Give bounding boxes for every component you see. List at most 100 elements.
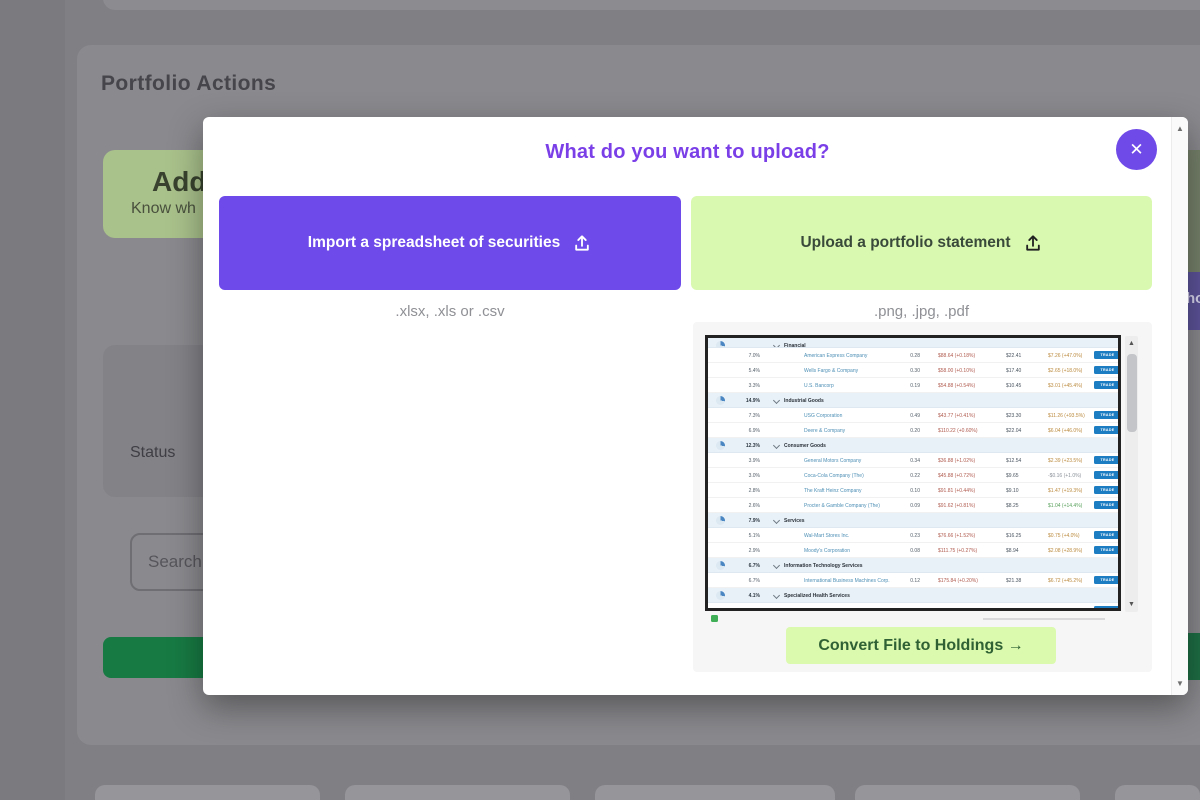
bottom-card	[1115, 785, 1200, 800]
preview-stock-row: 7.3%USG Corporation0.49$43.77 (+0.41%)$2…	[708, 408, 1118, 423]
current-value: $10.45	[1006, 383, 1021, 389]
chevron-down-icon	[773, 592, 780, 599]
stock-weight: 3.0%	[732, 473, 760, 479]
preview-fine-print	[983, 618, 1105, 620]
modal-scrollbar[interactable]: ▲ ▼	[1171, 117, 1188, 695]
preview-stock-row: 6.9%Deere & Company0.20$110.22 (+0.60%)$…	[708, 423, 1118, 438]
shares-owned: 0.22	[894, 473, 920, 479]
import-formats-caption: .xlsx, .xls or .csv	[219, 303, 681, 320]
shares-owned: 0.30	[894, 368, 920, 374]
stock-weight: 5.4%	[732, 368, 760, 374]
shares-owned: 0.23	[894, 533, 920, 539]
chevron-down-icon	[773, 397, 780, 404]
price: $76.66 (+1.52%)	[938, 533, 975, 539]
background-card-fragment	[1188, 150, 1200, 272]
shares-owned: 0.20	[894, 428, 920, 434]
stock-name: The Kraft Heinz Company	[804, 488, 862, 494]
current-value: $12.54	[1006, 458, 1021, 464]
preview-section-row: 14.9%Industrial Goods	[708, 393, 1118, 408]
pie-icon	[716, 591, 725, 600]
pie-icon	[716, 441, 725, 450]
scroll-down-icon[interactable]: ▼	[1172, 679, 1188, 688]
gain-loss: $7.26 (+47.0%)	[1048, 353, 1082, 359]
trade-button: TRADE	[1094, 381, 1121, 390]
stock-name: Procter & Gamble Company (The)	[804, 503, 880, 509]
stock-weight: 6.9%	[732, 428, 760, 434]
bottom-card	[855, 785, 1080, 800]
trade-button: TRADE	[1094, 531, 1121, 540]
price: $91.62 (+0.81%)	[938, 503, 975, 509]
preview-stock-row: 4.1%DaVita Inc.0.19$69.23 (+0.07%)$13.15…	[708, 603, 1118, 611]
import-spreadsheet-button[interactable]: Import a spreadsheet of securities	[219, 196, 681, 290]
price: $91.81 (+0.44%)	[938, 488, 975, 494]
section-name: Information Technology Services	[784, 563, 863, 569]
chevron-down-icon	[773, 517, 780, 524]
current-value: $21.38	[1006, 578, 1021, 584]
section-weight: 6.7%	[732, 563, 760, 569]
price: $45.88 (+0.72%)	[938, 473, 975, 479]
stock-weight: 5.1%	[732, 533, 760, 539]
preview-stock-row: 3.3%U.S. Bancorp0.19$54.88 (+0.54%)$10.4…	[708, 378, 1118, 393]
preview-stock-row: 2.9%Moody's Corporation0.08$111.75 (+0.2…	[708, 543, 1118, 558]
import-button-label: Import a spreadsheet of securities	[308, 234, 560, 252]
convert-file-button[interactable]: Convert File to Holdings →	[786, 627, 1056, 664]
stock-weight: 3.9%	[732, 458, 760, 464]
stock-name: Moody's Corporation	[804, 548, 850, 554]
trade-button: TRADE	[1094, 351, 1121, 360]
upload-statement-button[interactable]: Upload a portfolio statement	[691, 196, 1152, 290]
scroll-up-icon: ▲	[1125, 340, 1138, 347]
stock-name: American Express Company	[804, 353, 867, 359]
stock-name: DaVita Inc.	[804, 608, 828, 612]
gain-loss: $0.41 (+3.2%)	[1048, 608, 1080, 612]
close-icon: ✕	[1129, 140, 1143, 159]
background-green-button-fragment[interactable]	[1188, 633, 1200, 680]
shares-owned: 0.08	[894, 548, 920, 554]
preview-stock-row: 7.0%American Express Company0.28$88.64 (…	[708, 348, 1118, 363]
gain-loss: $6.72 (+45.2%)	[1048, 578, 1082, 584]
current-value: $8.94	[1006, 548, 1019, 554]
upload-formats-caption: .png, .jpg, .pdf	[691, 303, 1152, 320]
background-purple-button-fragment[interactable]: ho	[1188, 272, 1200, 330]
gain-loss: $0.75 (+4.0%)	[1048, 533, 1080, 539]
shares-owned: 0.19	[894, 383, 920, 389]
pie-icon	[716, 396, 725, 405]
current-value: $9.65	[1006, 473, 1019, 479]
price: $175.84 (+0.20%)	[938, 578, 978, 584]
preview-section-row: 6.7% Information Technology Services	[708, 558, 1118, 573]
trade-button: TRADE	[1094, 486, 1121, 495]
stock-name: Wal-Mart Stores Inc.	[804, 533, 849, 539]
scroll-up-icon[interactable]: ▲	[1172, 124, 1188, 133]
trade-button: TRADE	[1094, 471, 1121, 480]
trade-button: TRADE	[1094, 366, 1121, 375]
statement-preview-panel: Financial7.0%American Express Company0.2…	[693, 322, 1152, 672]
stock-name: Coca-Cola Company (The)	[804, 473, 864, 479]
preview-section-row: 4.1%Specialized Health Services	[708, 588, 1118, 603]
stock-weight: 7.3%	[732, 413, 760, 419]
section-weight: 4.1%	[732, 593, 760, 599]
preview-footnote-icon	[711, 615, 718, 622]
gain-loss: $3.01 (+45.4%)	[1048, 383, 1082, 389]
stock-name: Deere & Company	[804, 428, 845, 434]
purple-fragment-label: ho	[1188, 290, 1200, 307]
stock-weight: 6.7%	[732, 578, 760, 584]
current-value: $17.40	[1006, 368, 1021, 374]
price: $111.75 (+0.27%)	[938, 548, 977, 554]
gain-loss: $1.47 (+19.3%)	[1048, 488, 1082, 494]
stock-name: USG Corporation	[804, 413, 842, 419]
pie-icon	[716, 561, 725, 570]
stock-name: General Motors Company	[804, 458, 861, 464]
price: $110.22 (+0.60%)	[938, 428, 978, 434]
gain-loss: $11.26 (+93.5%)	[1048, 413, 1085, 419]
price: $58.00 (+0.10%)	[938, 368, 975, 374]
trade-button: TRADE	[1094, 576, 1121, 585]
stock-name: International Business Machines Corp.	[804, 578, 890, 584]
close-button[interactable]: ✕	[1116, 129, 1157, 170]
preview-scrollbar-thumb	[1127, 354, 1137, 432]
scroll-down-icon: ▼	[1125, 601, 1138, 608]
pie-icon	[716, 341, 725, 349]
current-value: $9.10	[1006, 488, 1019, 494]
section-name: Industrial Goods	[784, 398, 824, 404]
price: $54.88 (+0.54%)	[938, 383, 975, 389]
upload-modal: What do you want to upload? ✕ Import a s…	[203, 117, 1188, 695]
chevron-down-icon	[773, 442, 780, 449]
